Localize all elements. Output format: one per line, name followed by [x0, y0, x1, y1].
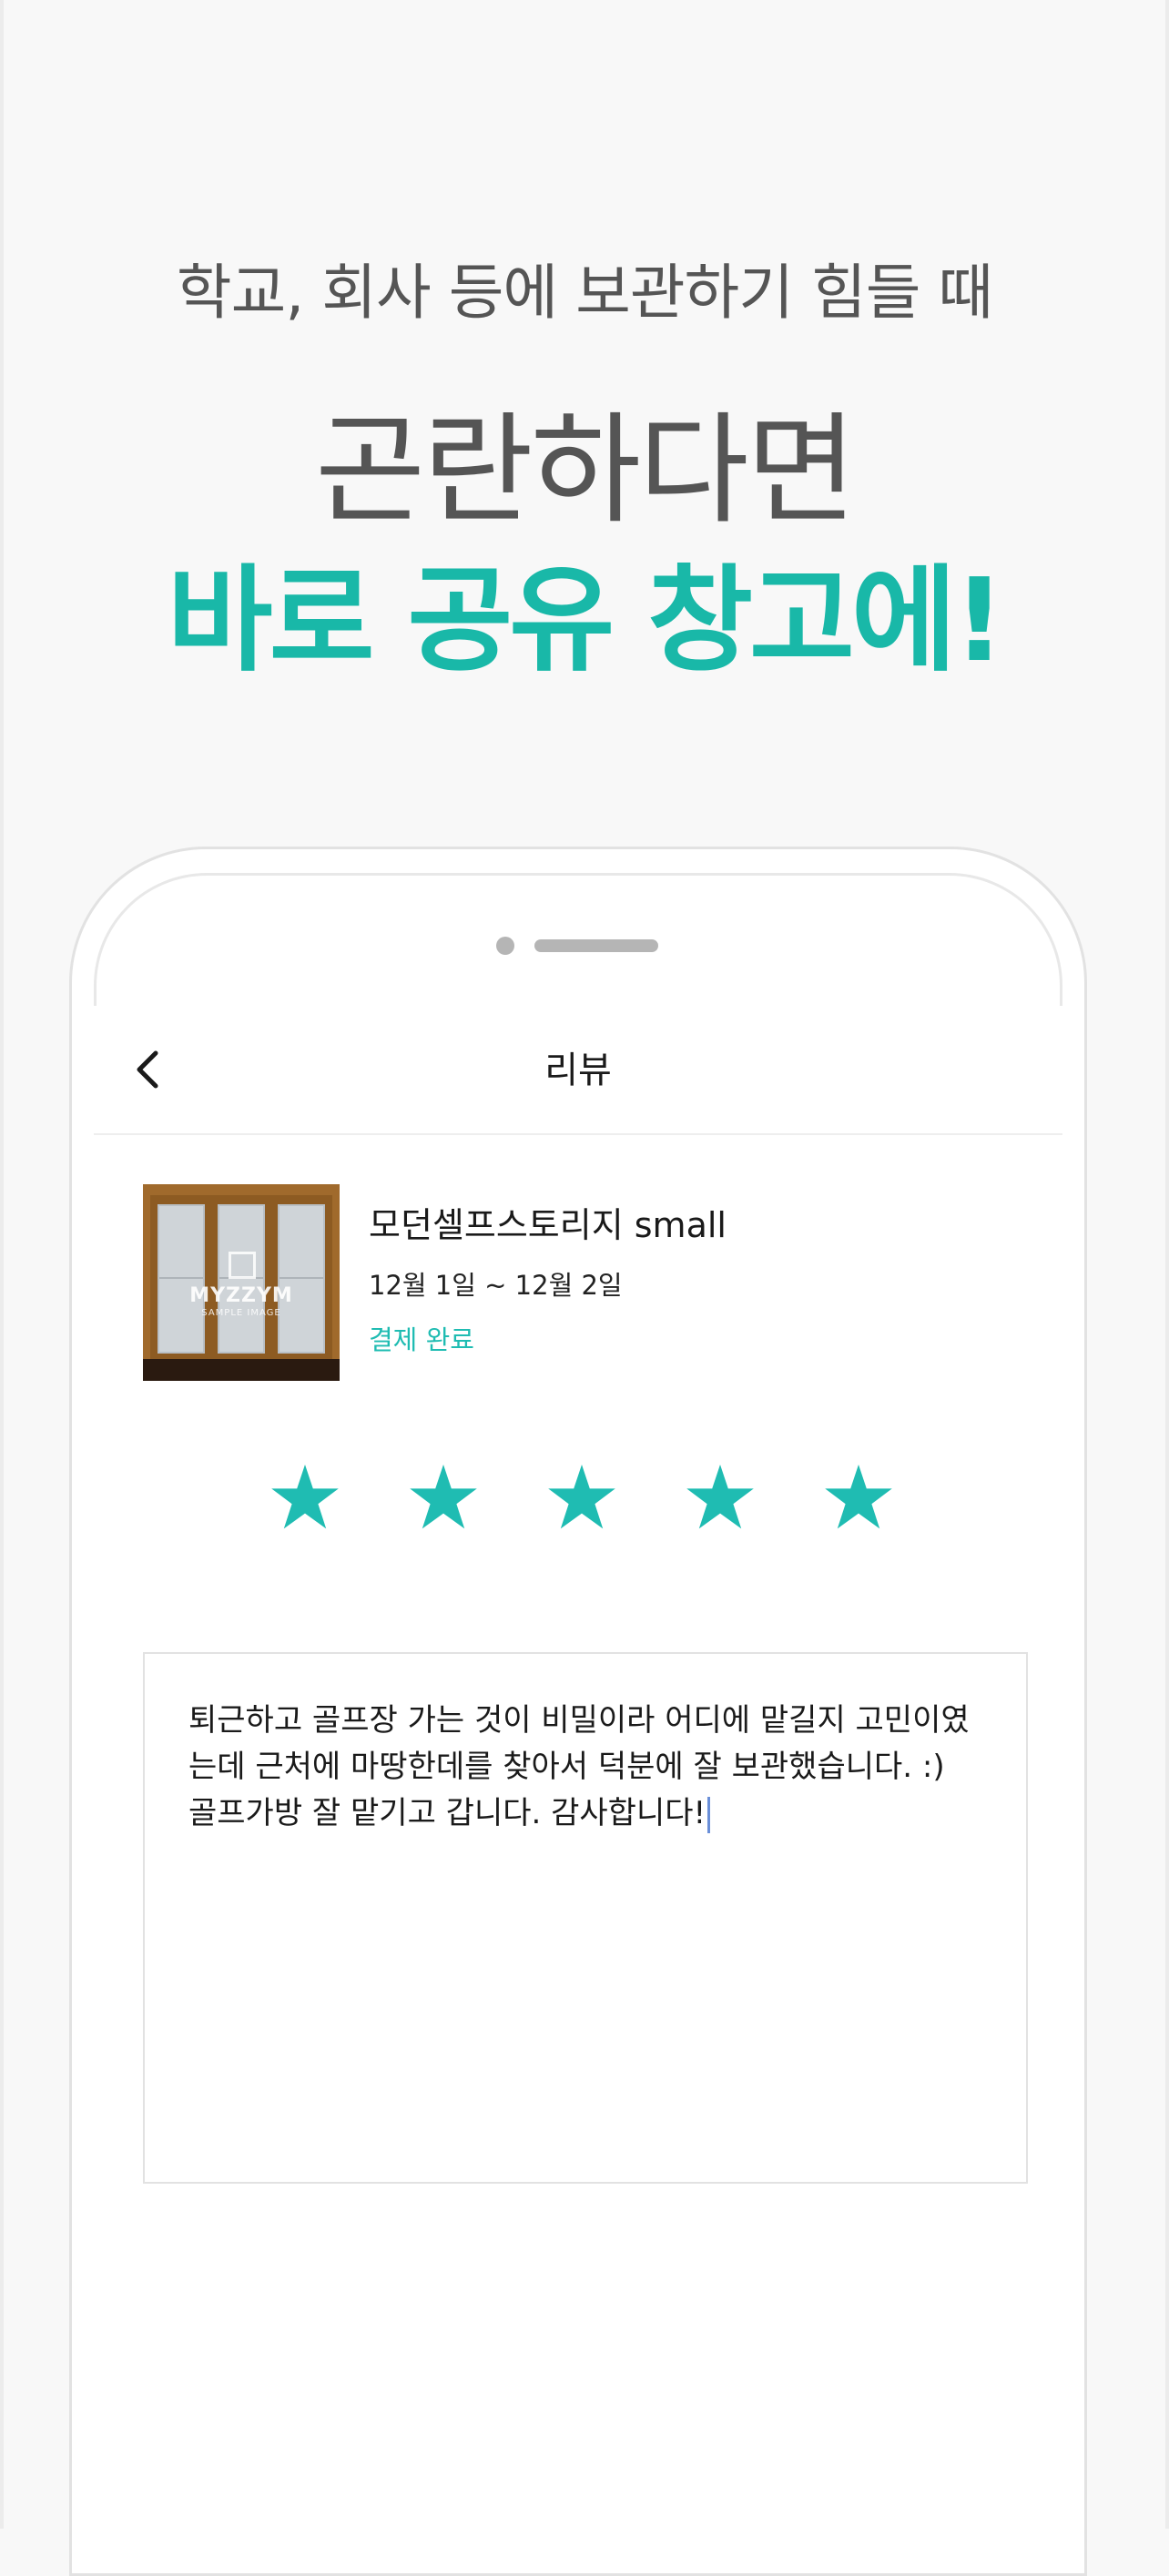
- product-thumbnail: MYZZYM SAMPLE IMAGE: [143, 1184, 340, 1381]
- thumbnail-watermark-sub: SAMPLE IMAGE: [201, 1308, 281, 1318]
- locker-door: [278, 1204, 325, 1354]
- star-rating: [94, 1461, 1062, 1552]
- thumbnail-floor: [143, 1359, 340, 1381]
- locker-door: [218, 1204, 265, 1354]
- payment-status: 결제 완료: [369, 1324, 474, 1355]
- review-text: 퇴근하고 골프장 가는 것이 비밀이라 어디에 맡길지 고민이였는데 근처에 마…: [188, 1702, 970, 1831]
- phone-speaker: [534, 939, 658, 952]
- star-icon[interactable]: [822, 1461, 895, 1534]
- page-title: 리뷰: [544, 1050, 612, 1091]
- chevron-left-icon: [137, 1050, 158, 1089]
- review-textarea[interactable]: 퇴근하고 골프장 가는 것이 비밀이라 어디에 맡길지 고민이였는데 근처에 마…: [143, 1652, 1028, 2184]
- star-icon[interactable]: [545, 1461, 618, 1534]
- locker-door: [158, 1204, 205, 1354]
- cube-logo-icon: [229, 1252, 256, 1279]
- product-name: 모던셀프스토리지 small: [369, 1205, 727, 1245]
- phone-camera: [496, 937, 514, 955]
- rental-dates: 12월 1일 ~ 12월 2일: [369, 1270, 623, 1301]
- phone-mockup: 리뷰 MYZZYM SAMPLE IMAGE 모던셀프스토리지 small 12…: [69, 847, 1087, 2576]
- nav-bar: 리뷰: [94, 1006, 1062, 1135]
- star-icon[interactable]: [684, 1461, 757, 1534]
- review-text-wrapper: 퇴근하고 골프장 가는 것이 비밀이라 어디에 맡길지 고민이였는데 근처에 마…: [188, 1698, 982, 1837]
- text-cursor: [707, 1796, 711, 1833]
- star-icon[interactable]: [269, 1461, 341, 1534]
- review-screen: 리뷰 MYZZYM SAMPLE IMAGE 모던셀프스토리지 small 12…: [94, 1006, 1062, 2573]
- star-icon[interactable]: [407, 1461, 480, 1534]
- thumbnail-watermark: MYZZYM: [189, 1284, 293, 1307]
- back-button[interactable]: [125, 1046, 172, 1093]
- promo-heading-line2: 바로 공유 창고에!: [167, 553, 1006, 687]
- promo-subtitle: 학교, 회사 등에 보관하기 힘들 때: [176, 258, 993, 328]
- promo-heading-line1: 곤란하다면: [314, 401, 857, 541]
